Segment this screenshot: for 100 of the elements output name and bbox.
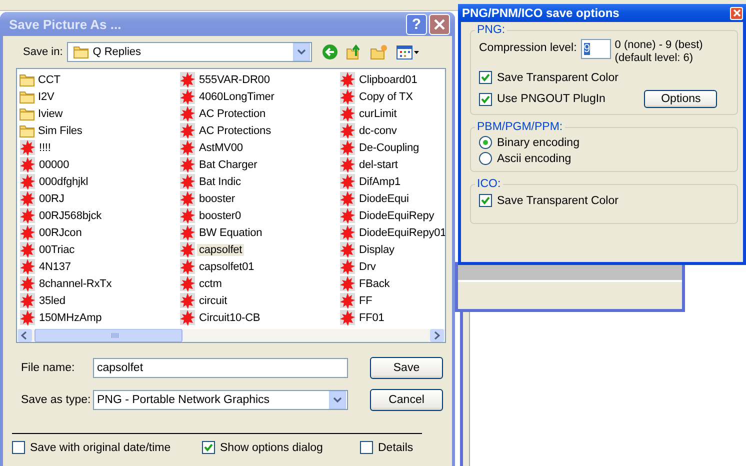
save-button[interactable]: Save <box>370 357 443 379</box>
file-item[interactable]: CCT <box>36 74 62 86</box>
file-type-dropdown[interactable]: PNG - Portable Network Graphics <box>93 390 348 410</box>
hint-text: 0 (none) - 9 (best) <box>614 39 703 52</box>
file-item[interactable]: AC Protection <box>197 108 268 120</box>
close-button[interactable] <box>429 14 450 34</box>
file-item[interactable]: I2V <box>36 90 56 102</box>
file-item[interactable]: Circuit10-CB <box>197 312 262 324</box>
checkbox-label: Details <box>378 442 414 454</box>
file-item[interactable]: 35led <box>37 294 68 306</box>
back-icon[interactable] <box>322 44 338 60</box>
file-item[interactable]: Display <box>357 244 396 256</box>
file-item[interactable]: Drv <box>357 260 378 272</box>
checkbox[interactable] <box>479 194 492 207</box>
image-file-icon <box>179 156 196 173</box>
folder-icon <box>19 122 35 138</box>
file-item[interactable]: cctm <box>197 278 224 290</box>
image-file-icon <box>339 156 356 173</box>
compression-field[interactable]: 9 <box>580 39 611 59</box>
file-item[interactable]: !!!! <box>37 142 53 154</box>
image-file-icon <box>179 309 196 326</box>
file-item[interactable]: AstMV00 <box>197 142 245 154</box>
checkbox-label: Show options dialog <box>220 442 323 454</box>
field-label: Save in: <box>23 46 63 58</box>
file-item[interactable]: Bat Indic <box>197 176 243 188</box>
image-file-icon <box>339 207 356 224</box>
hint-text: (default level: 6) <box>614 52 694 65</box>
image-file-icon <box>19 190 36 207</box>
image-file-icon <box>19 275 36 292</box>
file-item[interactable]: dc-conv <box>357 124 399 136</box>
file-item[interactable]: DiodeEqui <box>357 192 411 204</box>
image-file-icon <box>179 275 196 292</box>
file-item[interactable]: capsolfet <box>197 244 244 256</box>
file-item[interactable]: circuit <box>197 294 230 306</box>
cancel-button[interactable]: Cancel <box>370 389 443 411</box>
help-button[interactable]: ? <box>406 14 427 34</box>
image-file-icon <box>179 122 196 139</box>
file-item[interactable]: 00RJcon <box>37 226 84 238</box>
file-item[interactable]: booster <box>197 192 237 204</box>
file-item[interactable]: DiodeEquiRepy <box>357 210 436 222</box>
checkbox[interactable] <box>202 441 215 454</box>
folder-icon <box>19 72 35 88</box>
image-file-icon <box>179 292 196 309</box>
image-file-icon <box>339 275 356 292</box>
options-button[interactable]: Options <box>644 90 718 108</box>
file-item[interactable]: booster0 <box>197 210 244 222</box>
checkbox[interactable] <box>360 441 373 454</box>
file-item[interactable]: 00Triac <box>37 244 77 256</box>
file-item[interactable]: curLimit <box>357 108 399 120</box>
file-item[interactable]: FBack <box>357 278 392 290</box>
file-item[interactable]: De-Coupling <box>357 142 422 154</box>
checkbox[interactable] <box>479 71 492 84</box>
image-file-icon <box>179 241 196 258</box>
file-item[interactable]: 00000 <box>37 158 72 170</box>
image-file-icon <box>339 122 356 139</box>
file-item[interactable]: Copy of TX <box>357 90 415 102</box>
image-file-icon <box>339 224 356 241</box>
field-label: Save as type: <box>21 394 92 406</box>
file-list[interactable] <box>16 68 446 343</box>
file-item[interactable]: Iview <box>36 108 65 120</box>
file-item[interactable]: capsolfet01 <box>197 260 256 272</box>
image-file-icon <box>179 88 196 105</box>
file-item[interactable]: 000dfghjkl <box>37 176 90 188</box>
check-icon <box>481 94 490 104</box>
file-item[interactable]: del-start <box>357 158 400 170</box>
radio-button[interactable] <box>479 152 492 165</box>
image-file-icon <box>19 173 36 190</box>
image-file-icon <box>179 224 196 241</box>
horizontal-scrollbar[interactable] <box>17 329 445 342</box>
file-item[interactable]: FF01 <box>357 312 386 324</box>
radio-button[interactable] <box>479 136 492 149</box>
file-item[interactable]: Clipboard01 <box>357 74 420 86</box>
checkbox-label: Save Transparent Color <box>497 72 618 84</box>
check-icon <box>481 73 490 82</box>
checkbox[interactable] <box>12 441 25 454</box>
file-item[interactable]: FF <box>357 294 374 306</box>
file-item[interactable]: BW Equation <box>197 226 264 238</box>
folder-up-icon[interactable] <box>346 44 362 60</box>
file-item[interactable]: AC Protections <box>197 124 273 136</box>
radio-label: Ascii encoding <box>497 152 572 164</box>
file-item[interactable]: 00RJ <box>37 192 66 204</box>
chevron-down-icon <box>333 397 342 403</box>
file-item[interactable]: 150MHzAmp <box>37 312 104 324</box>
view-menu-icon[interactable] <box>396 44 420 60</box>
window-title: Save Picture As ... <box>9 16 122 32</box>
file-name-field[interactable]: capsolfet <box>93 358 348 378</box>
file-item[interactable]: 555VAR-DR00 <box>197 74 272 86</box>
image-file-icon <box>339 309 356 326</box>
file-item[interactable]: 4N137 <box>37 260 73 272</box>
file-item[interactable]: 8channel-RxTx <box>37 278 114 290</box>
close-button[interactable] <box>730 6 743 20</box>
file-item[interactable]: Sim Files <box>36 124 84 136</box>
file-item[interactable]: 4060LongTimer <box>197 90 276 102</box>
file-item[interactable]: Bat Charger <box>197 158 260 170</box>
field-label: File name: <box>21 362 76 374</box>
checkbox[interactable] <box>479 92 492 106</box>
folder-dropdown[interactable]: Q Replies <box>66 42 312 62</box>
file-item[interactable]: 00RJ568bjck <box>37 210 104 222</box>
file-item[interactable]: DifAmp1 <box>357 176 402 188</box>
image-file-icon <box>339 88 356 105</box>
